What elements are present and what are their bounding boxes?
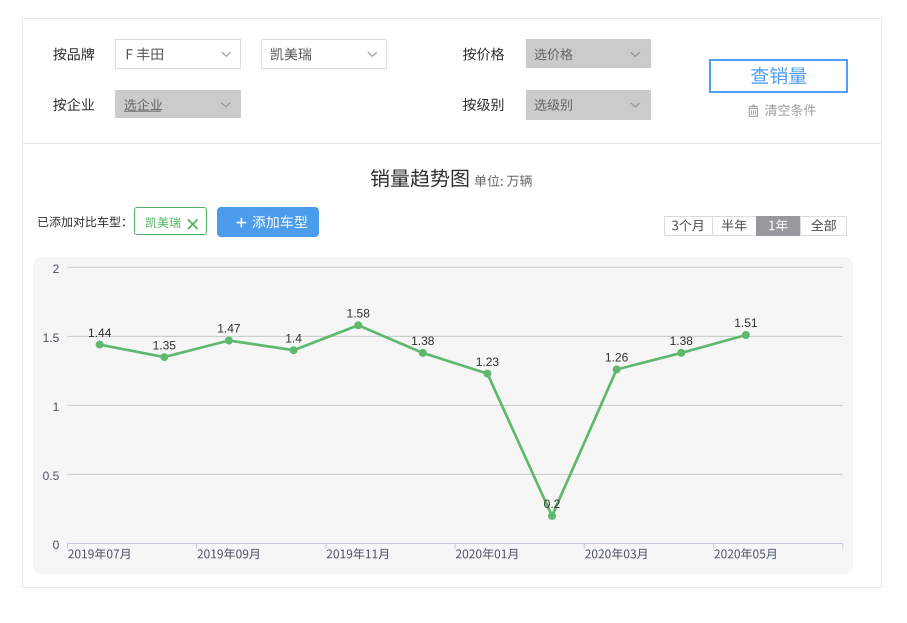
svg-text:1.26: 1.26 [605,351,629,365]
svg-text:1.5: 1.5 [43,331,60,345]
svg-text:1.38: 1.38 [670,334,694,348]
svg-text:0.5: 0.5 [43,469,60,483]
svg-text:0.2: 0.2 [544,497,561,511]
svg-text:2: 2 [53,262,60,276]
svg-text:1.58: 1.58 [347,307,371,321]
svg-text:1.44: 1.44 [88,326,112,340]
svg-text:1.4: 1.4 [285,331,302,345]
svg-text:1.47: 1.47 [217,322,241,336]
svg-text:1.23: 1.23 [476,355,500,369]
svg-text:0: 0 [53,538,60,552]
svg-text:1: 1 [53,400,60,414]
svg-text:1.35: 1.35 [153,338,177,352]
svg-text:1.51: 1.51 [734,316,758,330]
svg-text:1.38: 1.38 [411,334,435,348]
